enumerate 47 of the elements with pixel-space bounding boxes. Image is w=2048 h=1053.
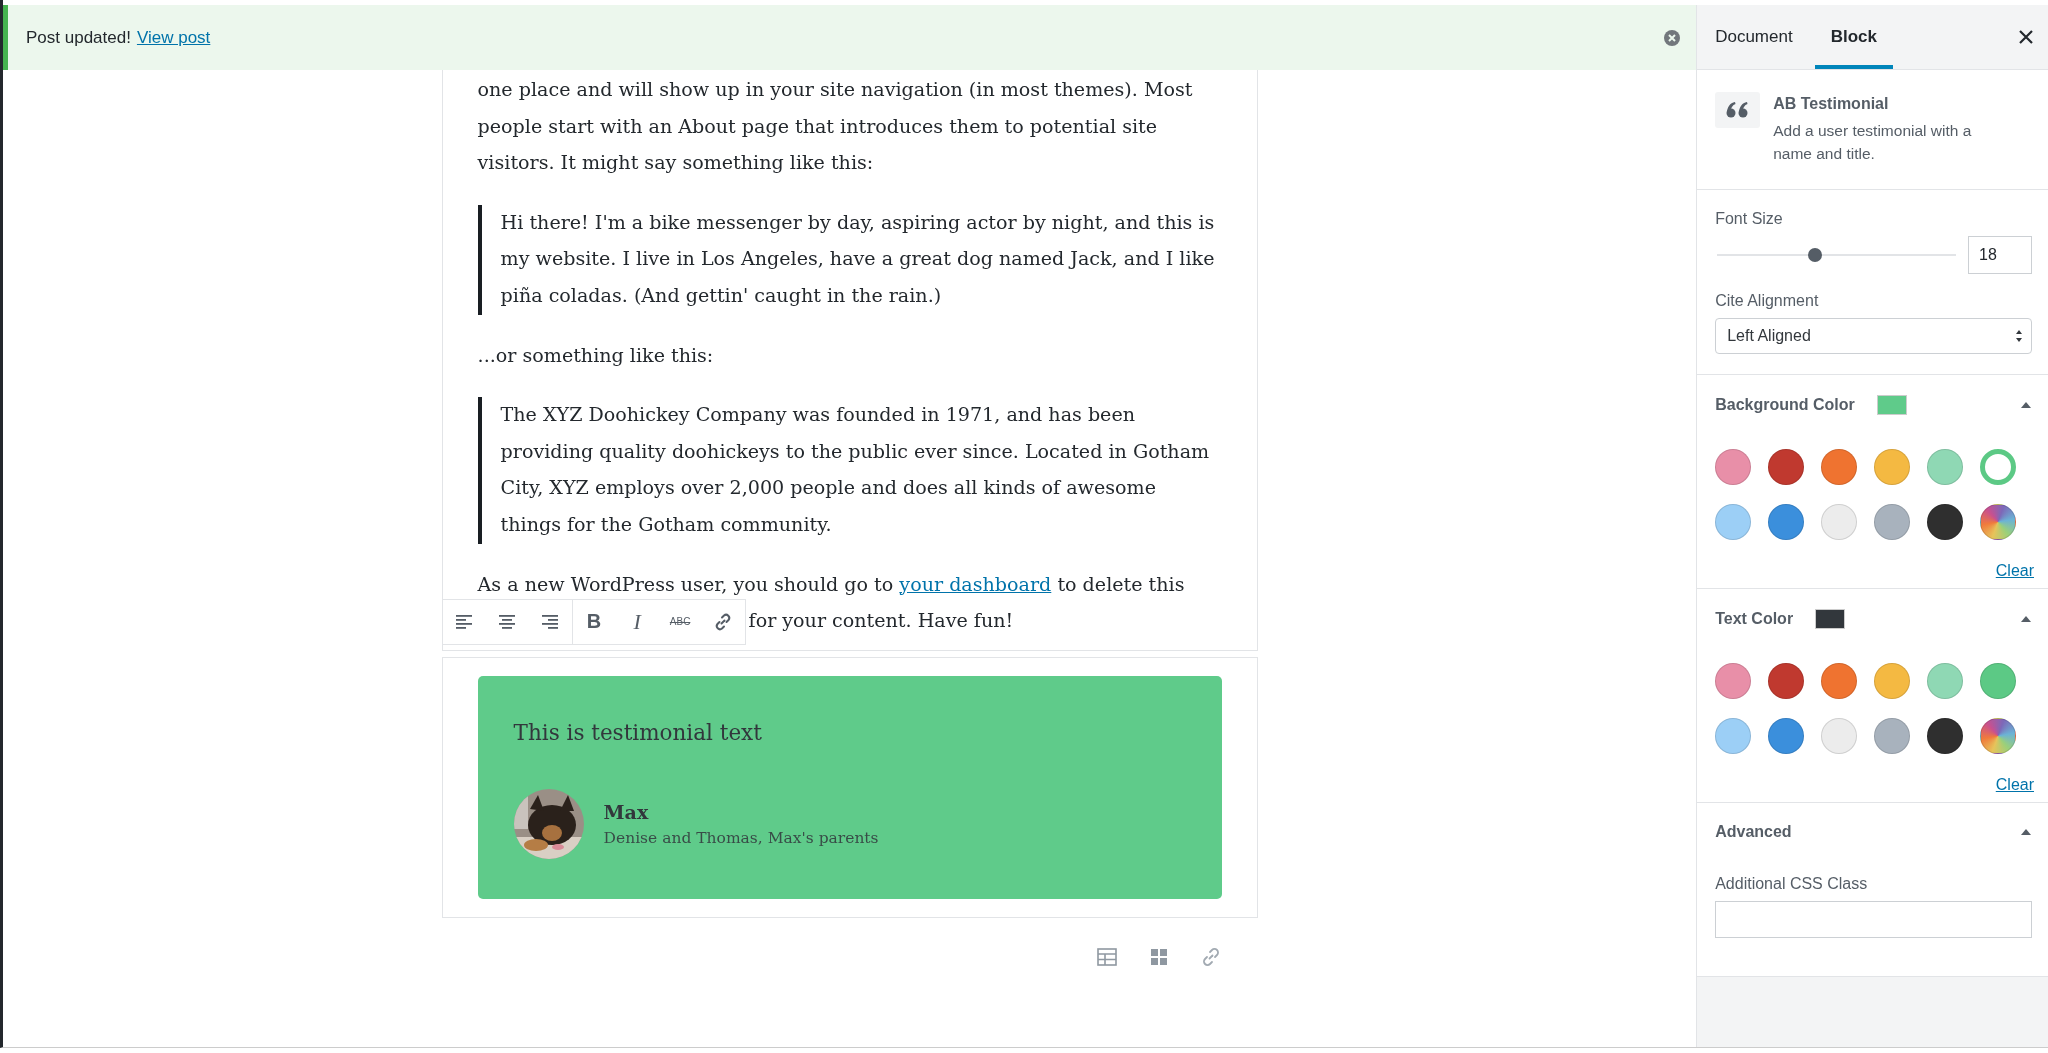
block-quote: Hi there! I'm a bike messenger by day, aspiring actor by night, and this is my website. I live in Los Angeles, have a great dog named Jack, and I like piña coladas. (And gettin' caught in the rain.) xyxy=(477,204,1222,315)
sidebar-tab[interactable]: Document xyxy=(1699,5,1809,69)
view-post-link[interactable]: View post xyxy=(136,27,211,48)
collapse-arrow-icon[interactable] xyxy=(2020,828,2032,836)
clear-link[interactable]: Clear xyxy=(1715,776,2034,794)
align-left-icon xyxy=(455,612,474,631)
sidebar-tab[interactable]: Block xyxy=(1814,5,1893,69)
css-class-input[interactable] xyxy=(1715,901,2032,938)
align-center-icon xyxy=(498,612,517,631)
paragraph-text: for your content. Have fun! xyxy=(748,608,1014,635)
close-icon xyxy=(2018,29,2034,45)
close-icon[interactable] xyxy=(1664,29,1681,46)
panel-title[interactable]: Advanced xyxy=(1715,823,1792,841)
cite-alignment-select[interactable]: Left Aligned xyxy=(1715,318,2032,354)
up-down-arrows-icon xyxy=(2015,329,2023,343)
paragraph: ...or something like this: xyxy=(477,342,715,369)
panel-title[interactable]: Text Color xyxy=(1715,610,1794,628)
testimonial-text: This is testimonial text xyxy=(513,719,763,745)
field-label: Font Size xyxy=(1715,210,1784,228)
paragraph: one place and will show up in your site navigation (in most themes). Most people start with an About page that introduces them to potential site visitors. It might say something like this: xyxy=(477,77,1194,177)
quote-icon xyxy=(1725,101,1750,119)
table-icon[interactable] xyxy=(1095,945,1118,968)
collapse-arrow-icon[interactable] xyxy=(2020,615,2032,623)
panel-title[interactable]: Background Color xyxy=(1715,396,1855,414)
testimonial-name: Max xyxy=(603,800,650,823)
testimonial-title: Denise and Thomas, Max's parents xyxy=(603,828,879,847)
bold-button[interactable]: B xyxy=(572,599,616,644)
paragraph-text: to delete this xyxy=(1057,572,1185,596)
block-description: Add a user testimonial with a name and title. xyxy=(1773,121,1973,164)
italic-button[interactable]: I xyxy=(615,599,659,644)
custom-color-picker[interactable] xyxy=(1980,718,2017,754)
notice-message: Post updated! xyxy=(26,27,131,48)
block-title: AB Testimonial xyxy=(1773,95,1890,113)
field-label: Cite Alignment xyxy=(1715,292,1820,310)
paragraph-text: As a new WordPress user, you should go to xyxy=(477,572,894,596)
dashboard-link[interactable]: your dashboard xyxy=(899,572,1052,596)
strikethrough-button[interactable]: ABC xyxy=(658,599,702,644)
clear-link[interactable]: Clear xyxy=(1715,562,2034,580)
custom-color-picker[interactable] xyxy=(1980,504,2017,540)
slider-thumb[interactable] xyxy=(1808,248,1823,262)
select-value: Left Aligned xyxy=(1727,327,1811,345)
font-size-input[interactable]: 18 xyxy=(1968,236,2032,274)
align-right-icon xyxy=(541,612,560,631)
block-quote: The XYZ Doohickey Company was founded in 1971, and has been providing quality doohickeys to the public ever since. Located in Gotham City, XYZ employs over 2,000 people and does all kinds of awesome things for the Gotham community. xyxy=(477,397,1222,544)
collapse-arrow-icon[interactable] xyxy=(2020,401,2032,409)
field-label: Additional CSS Class xyxy=(1715,875,1869,893)
color-swatch[interactable] xyxy=(1980,449,2017,485)
